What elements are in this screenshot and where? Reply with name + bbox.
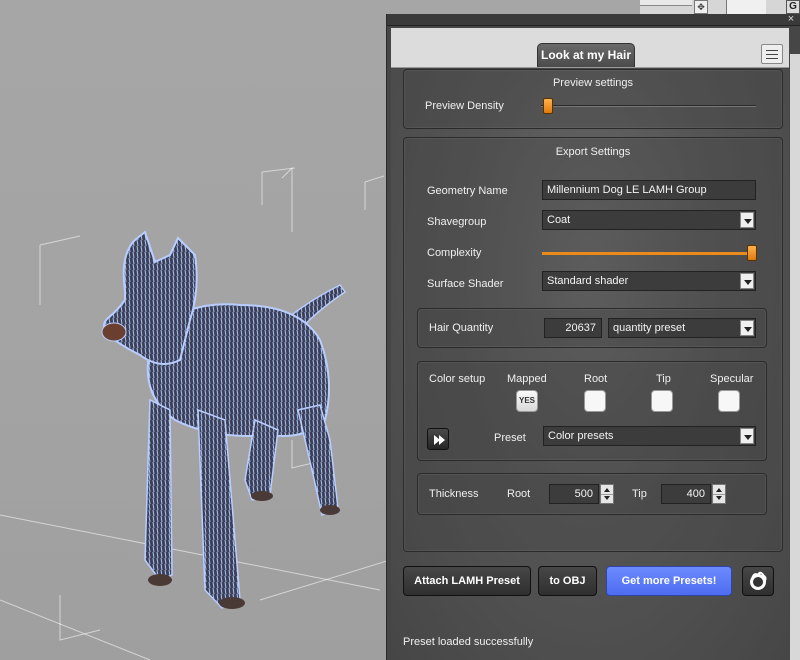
hair-quantity-input[interactable]: 20637	[544, 318, 602, 338]
preview-density-handle[interactable]	[543, 98, 554, 114]
panel-content: Preview settings Preview Density Export …	[391, 69, 789, 660]
hair-quantity-label: Hair Quantity	[429, 322, 494, 334]
thickness-root-stepper[interactable]	[600, 484, 614, 504]
color-setup-label: Color setup	[429, 373, 486, 385]
thickness-root-label: Root	[507, 488, 531, 500]
quantity-preset-value: quantity preset	[613, 322, 686, 334]
thickness-tip-stepper[interactable]	[712, 484, 726, 504]
root-column-label: Root	[584, 373, 608, 385]
complexity-handle[interactable]	[747, 245, 757, 261]
preview-settings-title: Preview settings	[552, 77, 634, 89]
specular-color-swatch[interactable]	[718, 390, 740, 412]
surface-shader-select[interactable]: Standard shader	[542, 271, 756, 291]
panel-titlebar: ×	[387, 14, 800, 26]
tip-color-swatch[interactable]	[651, 390, 673, 412]
shavegroup-label: Shavegroup	[427, 216, 487, 228]
to-obj-button[interactable]: to OBJ	[538, 566, 597, 596]
chevron-down-icon[interactable]	[740, 273, 754, 289]
export-settings-title: Export Settings	[555, 146, 631, 158]
shavegroup-select[interactable]: Coat	[542, 210, 756, 230]
toolbar-area	[726, 0, 766, 14]
camera-label[interactable]: G	[786, 0, 800, 14]
chevron-down-icon[interactable]	[740, 212, 754, 228]
color-preset-value: Color presets	[548, 430, 614, 442]
panel-scrollbar[interactable]	[790, 54, 800, 660]
thickness-label: Thickness	[429, 488, 479, 500]
attach-lamh-preset-button[interactable]: Attach LAMH Preset	[403, 566, 531, 596]
color-preset-label: Preset	[494, 432, 526, 444]
preview-density-label: Preview Density	[425, 100, 504, 112]
specular-column-label: Specular	[710, 373, 754, 385]
get-more-presets-button[interactable]: Get more Presets!	[606, 566, 732, 596]
navigate-icon[interactable]: ✥	[694, 0, 708, 14]
apply-preset-button[interactable]	[427, 428, 449, 450]
preview-settings-group: Preview settings Preview Density	[403, 69, 783, 129]
thickness-root-input[interactable]: 500	[549, 484, 599, 504]
quantity-preset-select[interactable]: quantity preset	[608, 318, 756, 338]
hair-quantity-group: Hair Quantity 20637 quantity preset	[417, 308, 767, 348]
tab-bar: Look at my Hair	[391, 28, 789, 68]
lamh-logo-button[interactable]	[742, 566, 774, 596]
chevron-down-icon[interactable]	[740, 428, 754, 444]
geometry-name-input[interactable]: Millennium Dog LE LAMH Group	[542, 180, 756, 200]
status-message: Preset loaded successfully	[403, 636, 534, 648]
root-color-swatch[interactable]	[584, 390, 606, 412]
flame-icon	[750, 571, 767, 590]
tab-look-at-my-hair[interactable]: Look at my Hair	[537, 43, 635, 67]
surface-shader-value: Standard shader	[547, 275, 629, 287]
complexity-label: Complexity	[427, 247, 482, 259]
export-settings-group: Export Settings Geometry Name Millennium…	[403, 137, 783, 552]
thickness-tip-label: Tip	[632, 488, 647, 500]
color-setup-group: Color setup Mapped Root Tip Specular YES…	[417, 361, 767, 461]
color-preset-select[interactable]: Color presets	[543, 426, 756, 446]
mapped-checkbox[interactable]: YES	[516, 390, 538, 412]
thickness-tip-input[interactable]: 400	[661, 484, 711, 504]
mapped-column-label: Mapped	[507, 373, 547, 385]
close-icon[interactable]: ×	[785, 14, 797, 26]
viewport-toolbar: ✥ G	[640, 0, 800, 14]
list-menu-icon[interactable]	[761, 44, 783, 64]
shavegroup-value: Coat	[547, 214, 571, 226]
tip-column-label: Tip	[656, 373, 671, 385]
surface-shader-label: Surface Shader	[427, 278, 504, 290]
look-at-my-hair-panel: × Look at my Hair Preview settings Previ…	[386, 14, 800, 660]
geometry-name-label: Geometry Name	[427, 185, 508, 197]
play-icon	[439, 435, 445, 445]
dog-model	[101, 230, 347, 609]
toolbar-strip	[640, 0, 692, 6]
preview-density-track[interactable]	[541, 105, 756, 107]
thickness-group: Thickness Root 500 Tip 400	[417, 473, 767, 515]
chevron-down-icon[interactable]	[740, 320, 754, 336]
